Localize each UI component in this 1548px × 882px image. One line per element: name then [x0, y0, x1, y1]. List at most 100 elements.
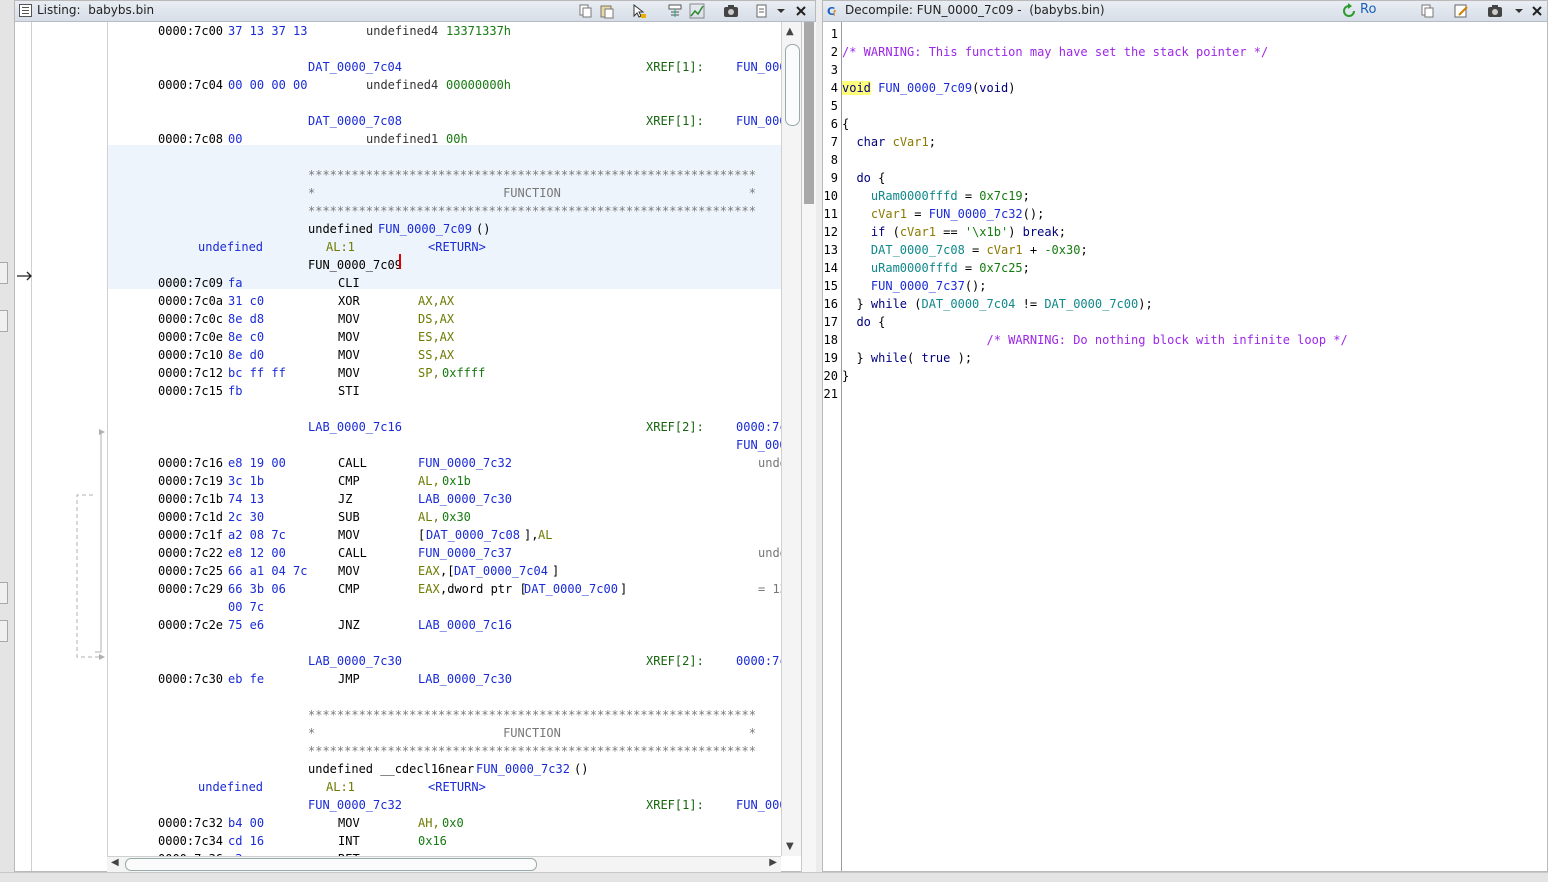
field-edit-icon[interactable]	[667, 3, 683, 19]
listing-cell[interactable]: FUN_0000_7c32	[418, 456, 512, 470]
listing-row[interactable]: 0000:7c30 eb fe JMP LAB_0000_7c30	[108, 670, 782, 688]
close-icon[interactable]	[1529, 3, 1545, 19]
listing-vertical-scrollbar[interactable]: ▲ ▼	[781, 22, 802, 856]
read-only-toggle[interactable]: Ro	[1360, 2, 1376, 17]
listing-cell[interactable]: FUN_0000_7c37	[418, 546, 512, 560]
listing-row[interactable]: * FUNCTION *	[108, 184, 782, 202]
listing-row[interactable]: 0000:7c0c 8e d8 MOV DS,AX	[108, 310, 782, 328]
strip-tab[interactable]	[0, 262, 8, 284]
listing-row[interactable]: 00 7c	[108, 598, 782, 616]
listing-row[interactable]: 0000:7c32 b4 00 MOV AH, 0x0	[108, 814, 782, 832]
strip-tab[interactable]	[0, 310, 8, 332]
listing-row[interactable]: 0000:7c1b 74 13 JZ LAB_0000_7c30	[108, 490, 782, 508]
listing-row[interactable]: undefined __cdecl16near FUN_0000_7c32 ()	[108, 760, 782, 778]
code-line[interactable]: uRam0000fffd = 0x7c25;	[842, 261, 1030, 275]
snapshot-icon[interactable]	[1487, 3, 1503, 19]
listing-row[interactable]: DAT_0000_7c08 XREF[1]: FUN_0000_7c09:0000:…	[108, 112, 782, 130]
listing-cell[interactable]: LAB_0000_7c30	[418, 672, 512, 686]
listing-cell[interactable]: <RETURN>	[428, 780, 486, 794]
code-line[interactable]: }	[842, 369, 849, 383]
listing-row[interactable]: 0000:7c29 66 3b 06 CMP EAX ,dword ptr [DAT_0…	[108, 580, 782, 598]
listing-row[interactable]: 0000:7c0e 8e c0 MOV ES,AX	[108, 328, 782, 346]
chevron-down-icon[interactable]	[1511, 3, 1527, 19]
listing-row[interactable]: LAB_0000_7c30 XREF[2]: 0000:7c	[108, 652, 782, 670]
listing-cell[interactable]: FUN_0000_7c32	[476, 762, 570, 776]
listing-row[interactable]: * FUNCTION *	[108, 724, 782, 742]
listing-row[interactable]: undefined AL:1 <RETURN>	[108, 778, 782, 796]
listing-row[interactable]: undefined FUN_0000_7c09 ()	[108, 220, 782, 238]
cursor-select-icon[interactable]	[631, 3, 647, 19]
snapshot-icon[interactable]	[723, 3, 739, 19]
code-line[interactable]: DAT_0000_7c08 = cVar1 + -0x30;	[842, 243, 1088, 257]
listing-cell[interactable]: LAB_0000_7c16	[308, 420, 402, 434]
strip-tab[interactable]	[0, 582, 8, 604]
chevron-down-icon[interactable]	[773, 3, 789, 19]
listing-row[interactable]: 0000:7c15 fb STI	[108, 382, 782, 400]
listing-cell[interactable]: FUN_000	[736, 438, 782, 452]
code-line[interactable]: /* WARNING: Do nothing block with infini…	[842, 333, 1348, 347]
listing-cell[interactable]: DAT_0000_7c08	[426, 528, 520, 542]
code-line[interactable]: FUN_0000_7c37();	[842, 279, 987, 293]
listing-cell[interactable]: FUN_000	[736, 798, 782, 812]
code-line[interactable]: do {	[842, 171, 885, 185]
listing-row[interactable]: 0000:7c04 00 00 00 00 undefined4 00000000h	[108, 76, 782, 94]
scroll-left-icon[interactable]: ◀	[111, 857, 119, 868]
listing-row[interactable]: 0000:7c1f a2 08 7c MOV [DAT_0000_7c08], AL	[108, 526, 782, 544]
code-line[interactable]: uRam0000fffd = 0x7c19;	[842, 189, 1030, 203]
listing-row[interactable]: 0000:7c12 bc ff ff MOV SP, 0xffff	[108, 364, 782, 382]
listing-cell[interactable]: 0000:7c	[736, 420, 782, 434]
paste-icon[interactable]	[599, 3, 615, 19]
listing-cell[interactable]: DAT_0000_7c04	[308, 60, 402, 74]
close-icon[interactable]	[793, 3, 809, 19]
listing-row[interactable]: FUN_000	[108, 436, 782, 454]
scroll-down-icon[interactable]: ▼	[786, 841, 794, 852]
listing-row[interactable]: FUN_0000_7c32 XREF[1]: FUN_000	[108, 796, 782, 814]
code-line[interactable]: {	[842, 117, 849, 131]
listing-row[interactable]: 0000:7c2e 75 e6 JNZ LAB_0000_7c16	[108, 616, 782, 634]
scroll-up-icon[interactable]: ▲	[786, 26, 794, 37]
listing-row[interactable]: 0000:7c08 00 undefined1 00h	[108, 130, 782, 148]
listing-row[interactable]: 0000:7c1d 2c 30 SUB AL, 0x30	[108, 508, 782, 526]
listing-row[interactable]: 0000:7c00 37 13 37 13 undefined4 13371337h	[108, 22, 782, 40]
listing-cell[interactable]: DAT_0000_7c08	[308, 114, 402, 128]
listing-cell[interactable]: FUN_0000_7c09	[378, 222, 472, 236]
graph-icon[interactable]	[689, 3, 705, 19]
listing-row[interactable]: 0000:7c0a 31 c0 XOR AX,AX	[108, 292, 782, 310]
listing-cell[interactable]: DAT_0000_7c04	[454, 564, 548, 578]
copy-icon[interactable]	[577, 3, 593, 19]
code-line[interactable]: if (cVar1 == '\x1b') break;	[842, 225, 1066, 239]
overview-bar[interactable]	[801, 22, 816, 872]
code-line[interactable]: } while (DAT_0000_7c04 != DAT_0000_7c00)…	[842, 297, 1152, 311]
listing-row[interactable]: ****************************************…	[108, 706, 782, 724]
scroll-thumb[interactable]	[785, 44, 800, 126]
listing-cell[interactable]: FUN_0000_7c32	[308, 798, 402, 812]
code-line[interactable]: /* WARNING: This function may have set t…	[842, 45, 1268, 59]
listing-cell[interactable]: <RETURN>	[428, 240, 486, 254]
refresh-icon[interactable]	[1341, 3, 1357, 19]
code-line[interactable]: cVar1 = FUN_0000_7c32();	[842, 207, 1044, 221]
listing-row[interactable]: 0000:7c09 fa CLI	[108, 274, 782, 292]
dropdown-options-icon[interactable]	[755, 3, 771, 19]
listing-row[interactable]: FUN_0000_7c09	[108, 256, 782, 274]
listing-row[interactable]: ****************************************…	[108, 166, 782, 184]
listing-cell[interactable]: FUN_0000_7c09:0000:7c1f(W)	[736, 114, 782, 128]
edit-signature-icon[interactable]	[1453, 3, 1469, 19]
listing-row[interactable]: 0000:7c16 e8 19 00 CALL FUN_0000_7c32 unde	[108, 454, 782, 472]
listing-row[interactable]: DAT_0000_7c04 XREF[1]: FUN_0000_7c09:0000:…	[108, 58, 782, 76]
decompiled-code-view[interactable]: /* WARNING: This function may have set t…	[842, 22, 1547, 871]
listing-row[interactable]: ****************************************…	[108, 202, 782, 220]
listing-cell[interactable]: 0000:7c	[736, 654, 782, 668]
listing-row[interactable]: 0000:7c19 3c 1b CMP AL, 0x1b	[108, 472, 782, 490]
listing-row[interactable]: 0000:7c10 8e d0 MOV SS,AX	[108, 346, 782, 364]
listing-cell[interactable]: LAB_0000_7c30	[418, 492, 512, 506]
listing-cell[interactable]: LAB_0000_7c30	[308, 654, 402, 668]
listing-row[interactable]: LAB_0000_7c16 XREF[2]: 0000:7c	[108, 418, 782, 436]
listing-horizontal-scrollbar[interactable]: ◀ ▶	[107, 856, 781, 872]
listing-row[interactable]: 0000:7c34 cd 16 INT 0x16	[108, 832, 782, 850]
scroll-right-icon[interactable]: ▶	[769, 857, 777, 868]
listing-row[interactable]: ****************************************…	[108, 742, 782, 760]
listing-cell[interactable]: LAB_0000_7c16	[418, 618, 512, 632]
code-line[interactable]: } while( true );	[842, 351, 972, 365]
code-line[interactable]: do {	[842, 315, 885, 329]
listing-cell[interactable]: DAT_0000_7c00	[524, 582, 618, 596]
